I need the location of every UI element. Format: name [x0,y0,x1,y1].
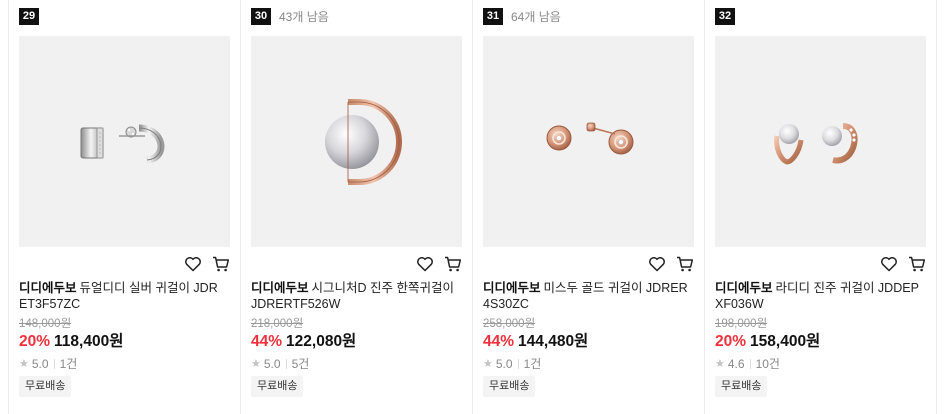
separator [53,359,55,369]
product-title[interactable]: 디디에두보 라디디 진주 귀걸이 JDDEPXF036W [715,280,920,312]
rating-row: ★ 4.6 10건 [715,357,780,371]
sale-price: 158,400원 [750,333,821,350]
pearl-hoop-earring-image [774,123,858,165]
brand-name: 디디에두보 [251,281,309,295]
rating-value: 5.0 [263,357,281,371]
rating-value: 4.6 [727,357,745,371]
cart-icon[interactable] [444,255,462,273]
product-grid: 29 디디에두보 듀얼디디 실버 귀걸이 JDRET3F57ZC 148,000… [0,0,944,414]
free-shipping-badge: 무료배송 [251,376,304,397]
cart-icon[interactable] [908,255,926,273]
product-title[interactable]: 디디에두보 시그니처D 진주 한쪽귀걸이 JDRERTF526W [251,280,456,312]
rank-badge: 31 [483,8,503,25]
discount-rate: 44% [483,333,515,350]
free-shipping-badge: 무료배송 [19,376,72,397]
rating-value: 5.0 [31,357,49,371]
rating-row: ★ 5.0 1건 [19,357,77,371]
sale-price: 144,480원 [518,333,589,350]
card-divider [8,0,9,414]
review-count: 1건 [523,357,542,371]
product-title[interactable]: 디디에두보 미스두 골드 귀걸이 JDRER4S30ZC [483,280,688,312]
original-price: 218,000원 [251,318,304,330]
product-image[interactable] [483,36,694,247]
review-count: 1건 [59,357,78,371]
silver-dual-earring-image [80,124,165,164]
sale-price: 118,400원 [54,333,124,350]
price-line: 20% 158,400원 [715,332,820,352]
rating-row: ★ 5.0 1건 [483,357,541,371]
separator [749,359,751,369]
product-card[interactable]: 31 64개 남음 디디에두보 미스두 골드 귀걸이 JDRER4S30ZC 2… [483,0,715,414]
rank-badge: 30 [251,8,271,25]
heart-icon[interactable] [184,255,202,273]
card-actions [416,255,462,273]
brand-name: 디디에두보 [715,281,773,295]
product-card[interactable]: 32 디디에두보 라디디 진주 귀걸이 JDDEPXF036W 198,000원… [715,0,944,414]
star-icon: ★ [483,358,493,370]
heart-icon[interactable] [648,255,666,273]
product-card[interactable]: 29 디디에두보 듀얼디디 실버 귀걸이 JDRET3F57ZC 148,000… [19,0,251,414]
free-shipping-badge: 무료배송 [715,376,768,397]
star-icon: ★ [19,358,29,370]
discount-rate: 44% [251,333,283,350]
cart-icon[interactable] [676,255,694,273]
discount-rate: 20% [19,333,51,350]
brand-name: 디디에두보 [483,281,541,295]
product-image[interactable] [251,36,462,247]
brand-name: 디디에두보 [19,281,77,295]
heart-icon[interactable] [416,255,434,273]
product-image[interactable] [19,36,230,247]
card-actions [880,255,926,273]
sale-price: 122,080원 [286,333,357,350]
rating-row: ★ 5.0 5건 [251,357,309,371]
review-count: 10건 [755,357,780,371]
rank-badge: 29 [19,8,39,25]
rose-gold-stud-earring-image [546,122,634,155]
card-actions [184,255,230,273]
pearl-d-earring-image [325,99,402,185]
rating-value: 5.0 [495,357,513,371]
separator [285,359,287,369]
separator [517,359,519,369]
discount-rate: 20% [715,333,747,350]
star-icon: ★ [251,358,261,370]
star-icon: ★ [715,358,725,370]
price-line: 44% 122,080원 [251,332,356,352]
rank-badge: 32 [715,8,735,25]
product-title[interactable]: 디디에두보 듀얼디디 실버 귀걸이 JDRET3F57ZC [19,280,224,312]
original-price: 198,000원 [715,318,768,330]
review-count: 5건 [291,357,310,371]
free-shipping-badge: 무료배송 [483,376,536,397]
stock-remaining: 64개 남음 [511,10,561,24]
original-price: 148,000원 [19,318,72,330]
card-actions [648,255,694,273]
price-line: 20% 118,400원 [19,332,123,352]
heart-icon[interactable] [880,255,898,273]
cart-icon[interactable] [212,255,230,273]
stock-remaining: 43개 남음 [279,10,329,24]
product-card[interactable]: 30 43개 남음 디디에두보 시그니처D 진주 한쪽귀걸이 JDRERTF52… [251,0,483,414]
price-line: 44% 144,480원 [483,332,588,352]
product-image[interactable] [715,36,926,247]
original-price: 258,000원 [483,318,536,330]
